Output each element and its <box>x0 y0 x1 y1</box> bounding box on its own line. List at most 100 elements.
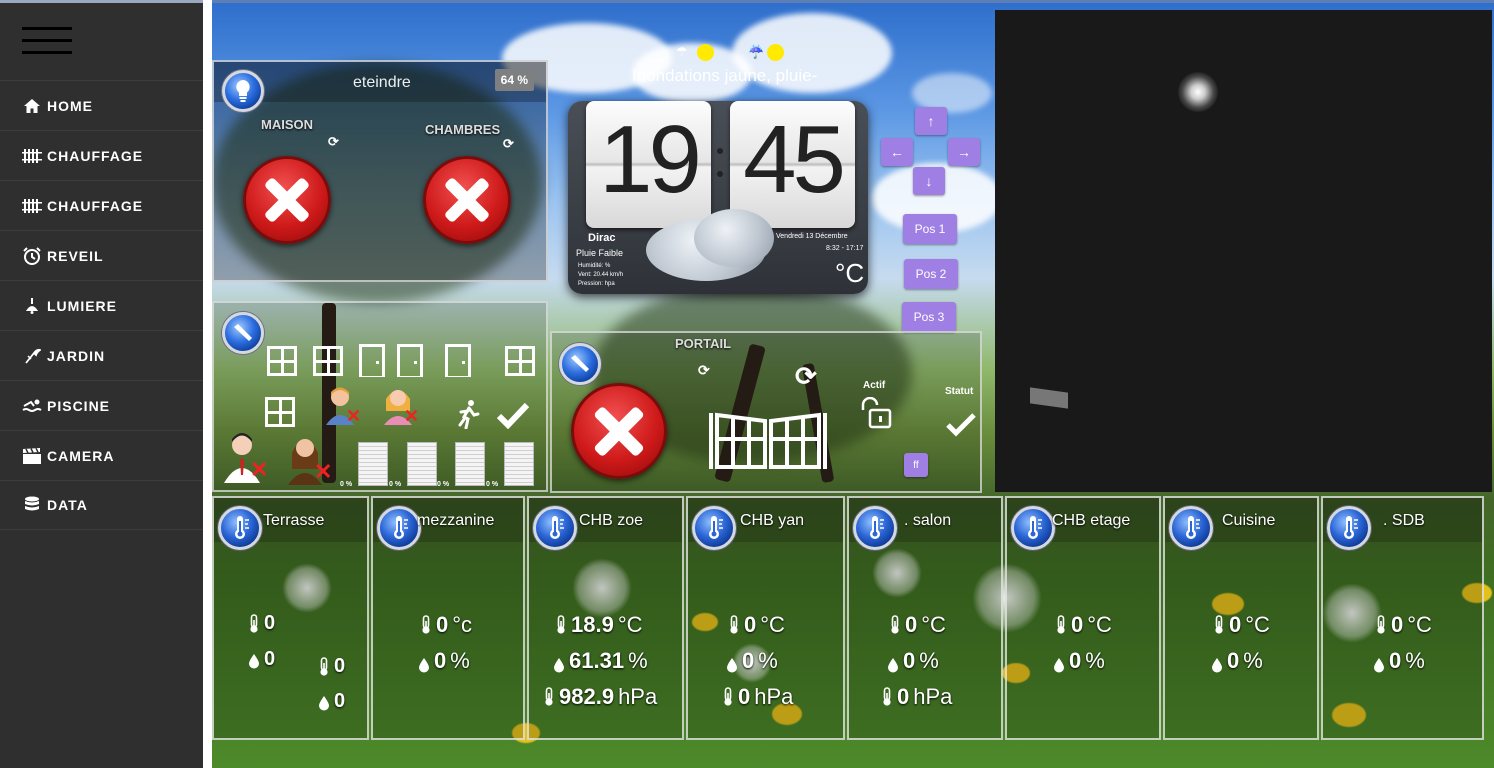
sensor-name: Cuisine <box>1222 512 1276 529</box>
humidity-drop-icon <box>553 653 565 673</box>
sensor-name: CHB zoe <box>579 512 644 529</box>
portail-ff-button[interactable]: ff <box>904 453 928 477</box>
sensor-value: 0 <box>1227 648 1240 673</box>
sensor-card[interactable]: . salon 0 °C 0 % 0 hPa <box>847 496 1003 740</box>
database-icon <box>21 495 43 515</box>
chambres-refresh-icon[interactable]: ⟳ <box>503 136 514 152</box>
sensor-extra-temperature: 0 <box>318 655 345 678</box>
portail-actif-label: Actif <box>863 380 886 391</box>
camera-pos3-button[interactable]: Pos 3 <box>902 302 956 332</box>
hamburger-menu-icon[interactable] <box>22 27 72 57</box>
sensor-temperature: 0 <box>248 612 275 635</box>
sensor-value: 0 <box>1229 612 1242 637</box>
sensor-temperature: 0 °C <box>1375 612 1432 638</box>
maison-refresh-icon[interactable]: ⟳ <box>328 134 339 150</box>
door-icon <box>445 344 471 377</box>
sensor-unit: °C <box>1407 612 1432 637</box>
camera-right-button[interactable]: → <box>948 138 980 166</box>
sidebar-item-camera[interactable]: CAMERA <box>0 430 203 480</box>
sensor-value: 0 <box>738 684 751 709</box>
sidebar-item-chauffage[interactable]: CHAUFFAGE <box>0 130 203 180</box>
sensor-name: CHB yan <box>740 512 805 529</box>
portail-off-button[interactable] <box>571 383 667 479</box>
portail-panel: PORTAIL ⟳ ⟳ Actif Statut ff <box>550 331 982 493</box>
sensor-humidity: 0 % <box>887 648 939 674</box>
sensor-unit: °C <box>760 612 785 637</box>
sensor-card[interactable]: . SDB 0 °C 0 % <box>1321 496 1484 740</box>
sensor-temperature: 18.9 °C <box>555 612 643 638</box>
gate-icon[interactable] <box>709 403 827 476</box>
temperature-icon <box>1375 615 1387 635</box>
sensor-unit: °C <box>1087 612 1112 637</box>
sensor-temperature: 0 °C <box>889 612 946 638</box>
portail-refresh-icon[interactable]: ⟳ <box>698 362 710 379</box>
temperature-icon <box>318 656 330 677</box>
sensor-unit: hPa <box>913 684 953 709</box>
sensor-unit: % <box>1405 648 1425 673</box>
sensor-unit: °C <box>1245 612 1270 637</box>
sensor-extra-humidity: 0 <box>318 690 345 713</box>
camera-object <box>1030 387 1068 409</box>
sensor-unit: % <box>1243 648 1263 673</box>
unlock-icon[interactable] <box>858 396 892 434</box>
portail-sync-icon[interactable]: ⟳ <box>795 361 817 392</box>
sensor-value: 61.31 <box>569 648 625 673</box>
sensor-unit: °C <box>921 612 946 637</box>
weather-date: Vendredi 13 Décembre <box>776 233 848 240</box>
shutter-percent: 0 % <box>437 481 450 488</box>
camera-down-button[interactable]: ↓ <box>913 167 945 195</box>
radiator-icon <box>21 196 43 216</box>
chambres-off-button[interactable] <box>423 156 511 244</box>
sensor-humidity: 0 % <box>418 648 470 674</box>
sidebar-item-jardin[interactable]: JARDIN <box>0 330 203 380</box>
sensor-card[interactable]: CHB etage 0 °C 0 % <box>1005 496 1161 740</box>
alert-dot-icon <box>697 44 714 61</box>
sensor-value: 0 <box>434 648 447 673</box>
weather-alert-text: Inondations jaune, pluie- <box>632 66 818 85</box>
sensor-card[interactable]: CHB yan 0 °C 0 % 0 hPa <box>686 496 845 740</box>
sensor-temperature: 0 °C <box>1055 612 1112 638</box>
shutter-icon <box>358 442 388 486</box>
thermometer-icon <box>853 506 897 550</box>
sensor-name: mezzanine <box>417 512 495 529</box>
sidebar-item-lumiere[interactable]: LUMIERE <box>0 280 203 330</box>
window-icon <box>265 397 295 427</box>
radiator-icon <box>21 146 43 166</box>
sidebar-item-label: DATA <box>47 497 88 513</box>
sidebar-item-chauffage-2[interactable]: CHAUFFAGE <box>0 180 203 230</box>
sensor-card[interactable]: Cuisine 0 °C 0 % <box>1163 496 1319 740</box>
humidity-drop-icon <box>1373 653 1385 673</box>
maison-off-button[interactable] <box>243 156 331 244</box>
sensor-card[interactable]: Terrasse 0 0 0 0 <box>212 496 369 740</box>
camera-feed[interactable] <box>995 10 1492 492</box>
garden-tool-icon <box>21 346 43 366</box>
sensor-temperature: 0 °c <box>420 612 472 638</box>
camera-pos1-button[interactable]: Pos 1 <box>903 214 957 244</box>
light-panel: eteindre 64 % MAISON CHAMBRES ⟳ ⟳ <box>212 60 548 282</box>
sidebar-item-data[interactable]: DATA <box>0 480 203 530</box>
shutter-icon <box>455 442 485 486</box>
camera-pos2-button[interactable]: Pos 2 <box>904 259 958 289</box>
alert-dot-icon <box>767 44 784 61</box>
sidebar-item-reveil[interactable]: REVEIL <box>0 230 203 280</box>
camera-up-button[interactable]: ↑ <box>915 107 947 135</box>
sidebar-item-home[interactable]: HOME <box>0 80 203 130</box>
weather-condition: Pluie Faible <box>576 248 624 258</box>
sensor-card[interactable]: mezzanine 0 °c 0 % <box>371 496 525 740</box>
humidity-drop-icon <box>318 694 330 710</box>
thermometer-icon <box>1169 506 1213 550</box>
sensor-unit: % <box>758 648 778 673</box>
sidebar-item-label: LUMIERE <box>47 297 117 314</box>
sensor-name: CHB etage <box>1052 512 1131 529</box>
thermometer-icon <box>533 506 577 550</box>
sensor-value: 0 <box>334 690 346 712</box>
camera-left-button[interactable]: ← <box>881 138 913 166</box>
shutter-percent: 0 % <box>389 481 402 488</box>
temperature-icon <box>1055 615 1067 635</box>
sensor-temperature: 0 °C <box>728 612 785 638</box>
window-icon <box>267 346 297 376</box>
sensor-card[interactable]: CHB zoe 18.9 °C 61.31 % 982.9 hPa <box>527 496 684 740</box>
sidebar-item-piscine[interactable]: PISCINE <box>0 380 203 430</box>
sensor-value: 0 <box>905 612 918 637</box>
swimmer-icon <box>21 396 43 416</box>
